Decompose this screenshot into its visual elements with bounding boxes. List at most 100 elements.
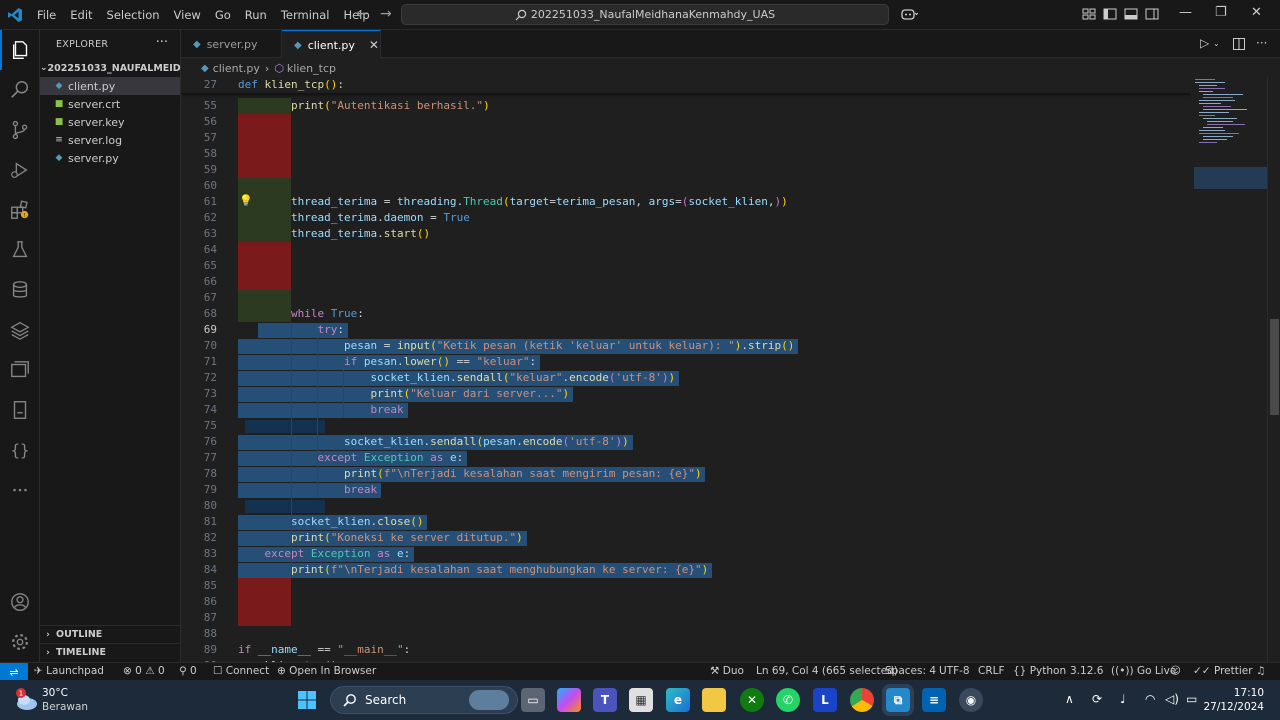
problems-item[interactable]: ⊗ 0 ⚠ 0 — [123, 665, 165, 677]
go-live-item[interactable]: ((•)) Go Live — [1111, 665, 1176, 677]
code-line[interactable]: 71 if pesan.lower() == "keluar": — [181, 354, 1191, 370]
run-python-file-icon[interactable]: ▷ — [1200, 36, 1209, 50]
testing-icon[interactable] — [0, 230, 40, 270]
file-explorer-icon[interactable] — [702, 688, 726, 712]
code-line[interactable]: 86 — [181, 594, 1191, 610]
clock-date[interactable]: 27/12/2024 — [1203, 701, 1264, 713]
menu-file[interactable]: File — [30, 0, 63, 30]
code-line[interactable]: 64 — [181, 242, 1191, 258]
notepad-icon[interactable]: ≡ — [922, 688, 946, 712]
chevron-down-icon[interactable]: ⌄ — [1213, 39, 1220, 48]
code-line[interactable]: 83 except Exception as e: — [181, 546, 1191, 562]
clock-time[interactable]: 17:10 — [1234, 687, 1264, 699]
more-actions-icon[interactable]: ··· — [156, 35, 168, 50]
forward-arrow-icon[interactable]: → — [380, 6, 392, 22]
l-app-icon[interactable]: L — [813, 688, 837, 712]
windows-start-icon[interactable] — [297, 690, 317, 710]
source-control-icon[interactable] — [0, 110, 40, 150]
code-editor[interactable]: 27 def klien_tcp(): 55 print("Autentikas… — [181, 77, 1191, 662]
breadcrumb-symbol[interactable]: klien_tcp — [287, 62, 336, 75]
code-line[interactable]: 87 — [181, 610, 1191, 626]
code-line[interactable]: 61 thread_terima = threading.Thread(targ… — [181, 194, 1191, 210]
code-line[interactable]: 62 thread_terima.daemon = True — [181, 210, 1191, 226]
file-server-log[interactable]: ≡ server.log — [40, 131, 180, 149]
vscode-taskbar-icon[interactable]: ⧉ — [886, 688, 910, 712]
more-actions-icon[interactable]: ··· — [1256, 36, 1267, 50]
ports-item[interactable]: ⚲ 0 — [179, 665, 197, 677]
close-window-icon[interactable]: ✕ — [1251, 5, 1262, 20]
menu-view[interactable]: View — [167, 0, 208, 30]
minimize-icon[interactable]: — — [1179, 5, 1192, 20]
open-in-browser-item[interactable]: ⊕ Open In Browser — [277, 665, 376, 677]
chrome-icon[interactable] — [850, 688, 874, 712]
copilot-status-icon[interactable]: ☺ — [1170, 665, 1181, 677]
whatsapp-icon[interactable]: ✆ — [776, 688, 800, 712]
copilot-icon[interactable] — [900, 7, 918, 21]
file-server-key[interactable]: ■ server.key — [40, 113, 180, 131]
indentation[interactable]: Spaces: 4 — [885, 665, 936, 677]
code-line[interactable]: 88 — [181, 626, 1191, 642]
outline-section[interactable]: › OUTLINE — [40, 625, 180, 643]
toggle-panel-icon[interactable] — [1124, 7, 1138, 21]
code-line[interactable]: 72 socket_klien.sendall("keluar".encode(… — [181, 370, 1191, 386]
store-icon[interactable]: ▦ — [629, 688, 653, 712]
obs-icon[interactable]: ◉ — [959, 688, 983, 712]
toggle-sidebar-icon[interactable] — [1103, 7, 1117, 21]
file-server-py[interactable]: ◆ server.py — [40, 149, 180, 167]
split-editor-icon[interactable] — [1233, 38, 1245, 50]
code-line[interactable]: 69 try: — [181, 322, 1191, 338]
code-line[interactable]: 78 print(f"\nTerjadi kesalahan saat meng… — [181, 466, 1191, 482]
volume-icon[interactable]: ◁) — [1165, 692, 1179, 706]
scrollbar-thumb[interactable] — [1270, 319, 1279, 415]
code-line[interactable]: 81 socket_klien.close() — [181, 514, 1191, 530]
code-line[interactable]: 66 — [181, 274, 1191, 290]
back-arrow-icon[interactable]: ← — [356, 6, 368, 22]
run-debug-icon[interactable] — [0, 150, 40, 190]
menu-edit[interactable]: Edit — [63, 0, 99, 30]
code-line[interactable]: 74 break — [181, 402, 1191, 418]
menu-run[interactable]: Run — [238, 0, 274, 30]
toggle-secondary-sidebar-icon[interactable] — [1145, 7, 1159, 21]
duo-item[interactable]: ⚒ Duo — [710, 665, 744, 677]
code-line[interactable]: 59 — [181, 162, 1191, 178]
code-line[interactable]: 73 print("Keluar dari server...") — [181, 386, 1191, 402]
task-view-icon[interactable]: ▭ — [521, 688, 545, 712]
code-line[interactable]: 76 socket_klien.sendall(pesan.encode('ut… — [181, 434, 1191, 450]
code-line[interactable]: 68 while True: — [181, 306, 1191, 322]
microphone-icon[interactable]: ♩ — [1120, 692, 1126, 706]
account-icon[interactable] — [0, 582, 40, 622]
menu-selection[interactable]: Selection — [100, 0, 167, 30]
wifi-icon[interactable]: ◠ — [1145, 692, 1155, 706]
sync-icon[interactable]: ⟳ — [1092, 692, 1102, 706]
taskbar-search[interactable]: Search — [330, 686, 518, 714]
code-line[interactable]: 89 if __name__ == "__main__": — [181, 642, 1191, 658]
battery-icon[interactable]: ▭ — [1186, 692, 1197, 706]
vertical-scrollbar[interactable] — [1267, 77, 1280, 662]
file-client-py[interactable]: ◆ client.py — [40, 77, 180, 95]
minimap[interactable] — [1191, 77, 1267, 662]
connect-item[interactable]: ☐ Connect — [213, 665, 269, 677]
code-line[interactable]: 82 print("Koneksi ke server ditutup.") — [181, 530, 1191, 546]
menu-go[interactable]: Go — [208, 0, 238, 30]
database-icon[interactable] — [0, 270, 40, 310]
restore-icon[interactable]: ❐ — [1215, 5, 1227, 20]
remote-window-icon[interactable]: ⇌ — [0, 663, 28, 681]
workspace-folder[interactable]: ⌄ 202251033_NAUFALMEID... — [40, 59, 192, 77]
code-line[interactable]: 63 thread_terima.start() — [181, 226, 1191, 242]
cloudy-weather-icon[interactable]: 1 — [14, 687, 40, 713]
more-views-icon[interactable] — [0, 470, 40, 510]
line-ending[interactable]: CRLF — [978, 665, 1005, 677]
code-line[interactable]: 65 — [181, 258, 1191, 274]
code-line[interactable]: 80 — [181, 498, 1191, 514]
code-line[interactable]: 85 — [181, 578, 1191, 594]
code-line[interactable]: 60 — [181, 178, 1191, 194]
search-view-icon[interactable] — [0, 70, 40, 110]
copilot-app-icon[interactable] — [557, 688, 581, 712]
code-line[interactable]: 84 print(f"\nTerjadi kesalahan saat meng… — [181, 562, 1191, 578]
code-line[interactable]: 57 — [181, 130, 1191, 146]
customize-layout-icon[interactable] — [1082, 7, 1096, 21]
explorer-icon[interactable] — [0, 30, 40, 70]
tab-server-py[interactable]: ◆ server.py — [181, 30, 282, 58]
notifications-bell-icon[interactable]: ♫ — [1256, 665, 1265, 677]
close-icon[interactable]: ✕ — [369, 38, 379, 52]
